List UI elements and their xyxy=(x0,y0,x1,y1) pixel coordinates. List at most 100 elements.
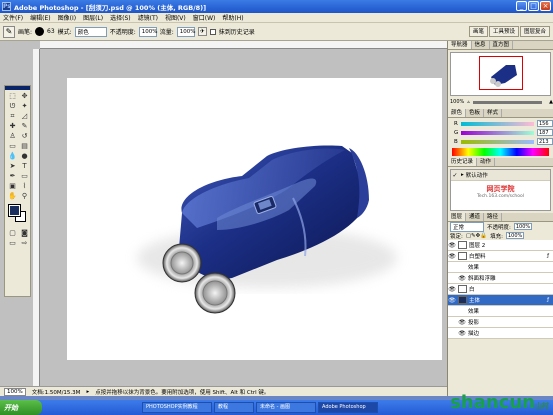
tab-history[interactable]: 历史记录 xyxy=(448,158,478,166)
flow-input[interactable]: 100% xyxy=(176,26,196,37)
menu-view[interactable]: 视图(V) xyxy=(165,13,186,22)
fx-icon[interactable]: ƒ xyxy=(547,253,549,259)
zoom-tool-icon[interactable]: ⚲ xyxy=(19,192,30,201)
pen-tool-icon[interactable]: ✒ xyxy=(7,172,18,181)
menu-window[interactable]: 窗口(W) xyxy=(193,13,216,22)
blue-value[interactable]: 213 xyxy=(537,138,553,145)
layer-opacity-value[interactable]: 100% xyxy=(513,223,532,230)
blur-tool-icon[interactable]: 💧 xyxy=(7,152,18,161)
brush-preview-icon[interactable] xyxy=(35,27,45,36)
effects-row[interactable]: 效果 xyxy=(448,306,553,317)
color-spectrum[interactable] xyxy=(452,148,549,156)
eraser-tool-icon[interactable]: ▭ xyxy=(7,142,18,151)
shape-tool-icon[interactable]: ▭ xyxy=(19,172,30,181)
effects-row[interactable]: 效果 xyxy=(448,262,553,273)
tab-brushes[interactable]: 画笔 xyxy=(468,26,488,37)
red-slider[interactable] xyxy=(460,121,534,126)
move-tool-icon[interactable]: ✥ xyxy=(19,92,30,101)
layer-row[interactable]: 👁 白塑料 ƒ xyxy=(448,251,553,262)
menu-edit[interactable]: 编辑(E) xyxy=(30,13,50,22)
zoom-in-icon[interactable]: ▲ xyxy=(549,99,553,105)
stamp-tool-icon[interactable]: ♙ xyxy=(7,132,18,141)
layer-row[interactable]: 👁 白 xyxy=(448,284,553,295)
type-tool-icon[interactable]: T xyxy=(19,162,30,171)
tab-tool-presets[interactable]: 工具预设 xyxy=(488,26,519,37)
blue-slider[interactable] xyxy=(460,139,534,144)
quickmask-mode-icon[interactable]: ◙ xyxy=(19,229,30,238)
eye-icon[interactable]: 👁 xyxy=(458,275,466,282)
canvas[interactable] xyxy=(67,78,442,360)
brush-tool-icon[interactable]: ✎ xyxy=(19,122,30,131)
jump-to-imageready-icon[interactable]: ⇨ xyxy=(19,239,30,248)
eye-icon[interactable]: 👁 xyxy=(448,297,456,304)
slice-tool-icon[interactable]: ◿ xyxy=(19,112,30,121)
tab-histogram[interactable]: 直方图 xyxy=(490,41,514,49)
lasso-tool-icon[interactable]: ᘎ xyxy=(7,102,18,111)
notes-tool-icon[interactable]: ▣ xyxy=(7,182,18,191)
menu-file[interactable]: 文件(F) xyxy=(3,13,23,22)
navigator-zoom-value[interactable]: 100% xyxy=(450,99,464,105)
menu-select[interactable]: 选择(S) xyxy=(110,13,131,22)
eye-icon[interactable]: 👁 xyxy=(458,319,466,326)
navigator-view-box[interactable] xyxy=(479,56,523,90)
eye-icon[interactable]: 👁 xyxy=(458,330,466,337)
fx-icon[interactable]: ƒ xyxy=(547,297,549,303)
eye-icon[interactable]: 👁 xyxy=(448,242,456,249)
zoom-field[interactable]: 100% xyxy=(4,387,26,396)
tab-paths[interactable]: 路径 xyxy=(484,213,503,221)
green-slider[interactable] xyxy=(461,130,534,135)
airbrush-icon[interactable]: ✈ xyxy=(197,27,207,36)
magic-wand-tool-icon[interactable]: ✦ xyxy=(19,102,30,111)
tab-styles[interactable]: 样式 xyxy=(484,109,503,117)
effect-row[interactable]: 👁 斜面和浮雕 xyxy=(448,273,553,284)
hand-tool-icon[interactable]: ✋ xyxy=(7,192,18,201)
tab-info[interactable]: 信息 xyxy=(472,41,490,49)
task-photoshop[interactable]: Adobe Photoshop xyxy=(318,402,378,413)
mode-select[interactable]: 颜色 xyxy=(74,26,107,37)
minimize-button[interactable]: _ xyxy=(516,1,527,11)
path-select-tool-icon[interactable]: ➤ xyxy=(7,162,18,171)
effect-row[interactable]: 👁 描边 xyxy=(448,328,553,339)
blend-mode-select[interactable]: 正常 xyxy=(450,221,484,232)
task-tutorial[interactable]: PHOTOSHOP实例教程 xyxy=(142,402,212,413)
tab-color[interactable]: 颜色 xyxy=(448,109,467,117)
opacity-input[interactable]: 100% xyxy=(138,26,157,37)
screen-mode-icon[interactable]: ▭ xyxy=(7,239,18,248)
standard-mode-icon[interactable]: ▢ xyxy=(7,229,18,238)
tab-actions[interactable]: 动作 xyxy=(477,158,496,166)
task-folder[interactable]: 教程 xyxy=(214,402,254,413)
task-paint[interactable]: 未命名 - 画图 xyxy=(256,402,316,413)
history-checkbox[interactable] xyxy=(209,28,216,35)
zoom-out-icon[interactable]: ▵ xyxy=(467,99,470,105)
layer-row-selected[interactable]: 👁 主体 ƒ xyxy=(448,295,553,306)
start-button[interactable]: 开始 xyxy=(0,400,42,415)
menu-filter[interactable]: 滤镜(T) xyxy=(138,13,158,22)
maximize-button[interactable]: □ xyxy=(528,1,539,11)
action-check-icon[interactable]: ✓ xyxy=(451,172,459,179)
crop-tool-icon[interactable]: ⌗ xyxy=(7,112,18,121)
healing-tool-icon[interactable]: ✚ xyxy=(7,122,18,131)
lock-icons[interactable]: ▢✎✥🔒 xyxy=(466,233,487,239)
menu-help[interactable]: 帮助(H) xyxy=(222,13,243,22)
foreground-color-swatch[interactable] xyxy=(8,204,21,217)
navigator-zoom-slider[interactable] xyxy=(472,100,543,104)
tab-channels[interactable]: 通道 xyxy=(466,213,485,221)
play-icon[interactable]: ▸ xyxy=(86,389,89,395)
history-brush-icon[interactable]: ↺ xyxy=(19,132,30,141)
tab-layers[interactable]: 图层 xyxy=(448,213,467,221)
effect-row[interactable]: 👁 投影 xyxy=(448,317,553,328)
green-value[interactable]: 187 xyxy=(537,129,553,136)
dodge-tool-icon[interactable]: ● xyxy=(19,152,30,161)
gradient-tool-icon[interactable]: ▤ xyxy=(19,142,30,151)
action-set-default[interactable]: ✓ ▸ 默认动作 xyxy=(451,170,550,181)
eye-icon[interactable]: 👁 xyxy=(448,253,456,260)
eyedropper-tool-icon[interactable]: ⌇ xyxy=(19,182,30,191)
tab-layer-comps[interactable]: 图层复合 xyxy=(519,26,550,37)
close-button[interactable]: × xyxy=(540,1,551,11)
marquee-tool-icon[interactable]: ⬚ xyxy=(7,92,18,101)
layer-row[interactable]: 👁 图层 2 xyxy=(448,240,553,251)
tab-navigator[interactable]: 导航器 xyxy=(448,41,472,49)
red-value[interactable]: 156 xyxy=(537,120,553,127)
tab-swatches[interactable]: 色板 xyxy=(466,109,485,117)
fill-value[interactable]: 100% xyxy=(505,232,524,239)
